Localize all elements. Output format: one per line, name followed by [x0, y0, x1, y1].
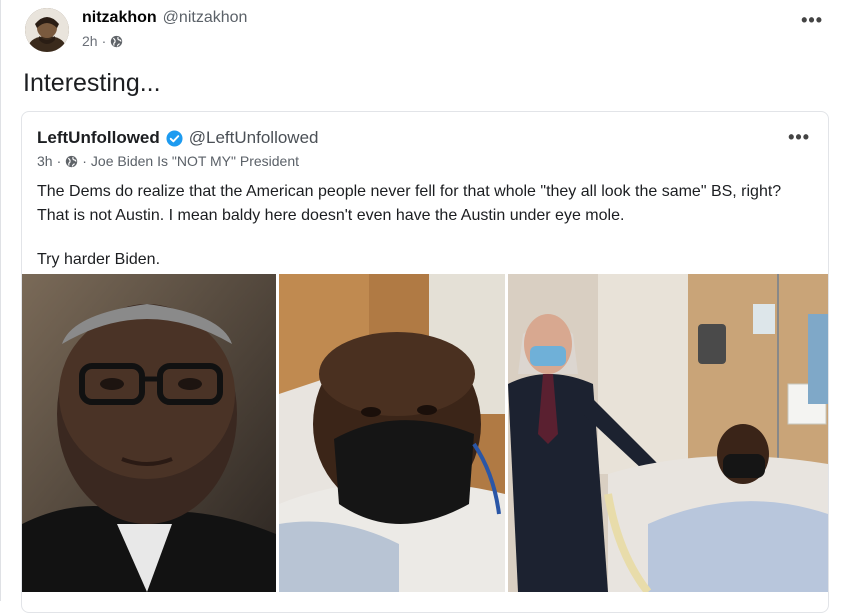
avatar[interactable]	[25, 8, 69, 52]
quote-meta-separator: ·	[56, 153, 62, 169]
left-divider	[0, 0, 1, 601]
author-handle[interactable]: @nitzakhon	[163, 9, 248, 26]
author-name[interactable]: nitzakhon	[82, 9, 157, 26]
quote-paragraph: Try harder Biden.	[37, 251, 161, 268]
photo-portrait[interactable]	[22, 274, 276, 592]
photo-patient[interactable]	[279, 274, 505, 592]
photo-gallery	[22, 274, 828, 592]
quote-meta: 3h · · Joe Biden Is "NOT MY" President	[37, 153, 299, 169]
quoted-post[interactable]: LeftUnfollowed @LeftUnfollowed ••• 3h · …	[21, 111, 829, 613]
quote-more-options-icon[interactable]: •••	[788, 127, 810, 148]
quote-group[interactable]: Joe Biden Is "NOT MY" President	[91, 153, 299, 169]
patient-image	[279, 274, 505, 592]
globe-icon	[111, 35, 123, 47]
quote-author-name[interactable]: LeftUnfollowed	[37, 128, 160, 148]
post: nitzakhon @nitzakhon 2h · ••• Interesting…	[0, 0, 843, 613]
quote-paragraph: The Dems do realize that the American pe…	[37, 183, 782, 224]
quote-author-handle[interactable]: @LeftUnfollowed	[189, 128, 319, 148]
quote-author-line: LeftUnfollowed @LeftUnfollowed	[37, 128, 318, 148]
meta-separator: ·	[101, 33, 107, 49]
verified-badge-icon	[166, 129, 183, 147]
avatar-image	[25, 8, 69, 52]
author-line: nitzakhon @nitzakhon	[82, 9, 247, 27]
post-time[interactable]: 2h	[82, 33, 98, 49]
quote-time[interactable]: 3h	[37, 153, 53, 169]
quote-body: The Dems do realize that the American pe…	[37, 180, 817, 272]
quote-meta-separator-2: ·	[82, 153, 87, 169]
post-text: Interesting...	[23, 69, 161, 97]
hospital-visit-image	[508, 274, 828, 592]
globe-icon	[66, 155, 78, 167]
more-options-icon[interactable]: •••	[801, 10, 823, 31]
photo-hospital-visit[interactable]	[508, 274, 828, 592]
portrait-image	[22, 274, 276, 592]
post-meta: 2h ·	[82, 33, 123, 49]
